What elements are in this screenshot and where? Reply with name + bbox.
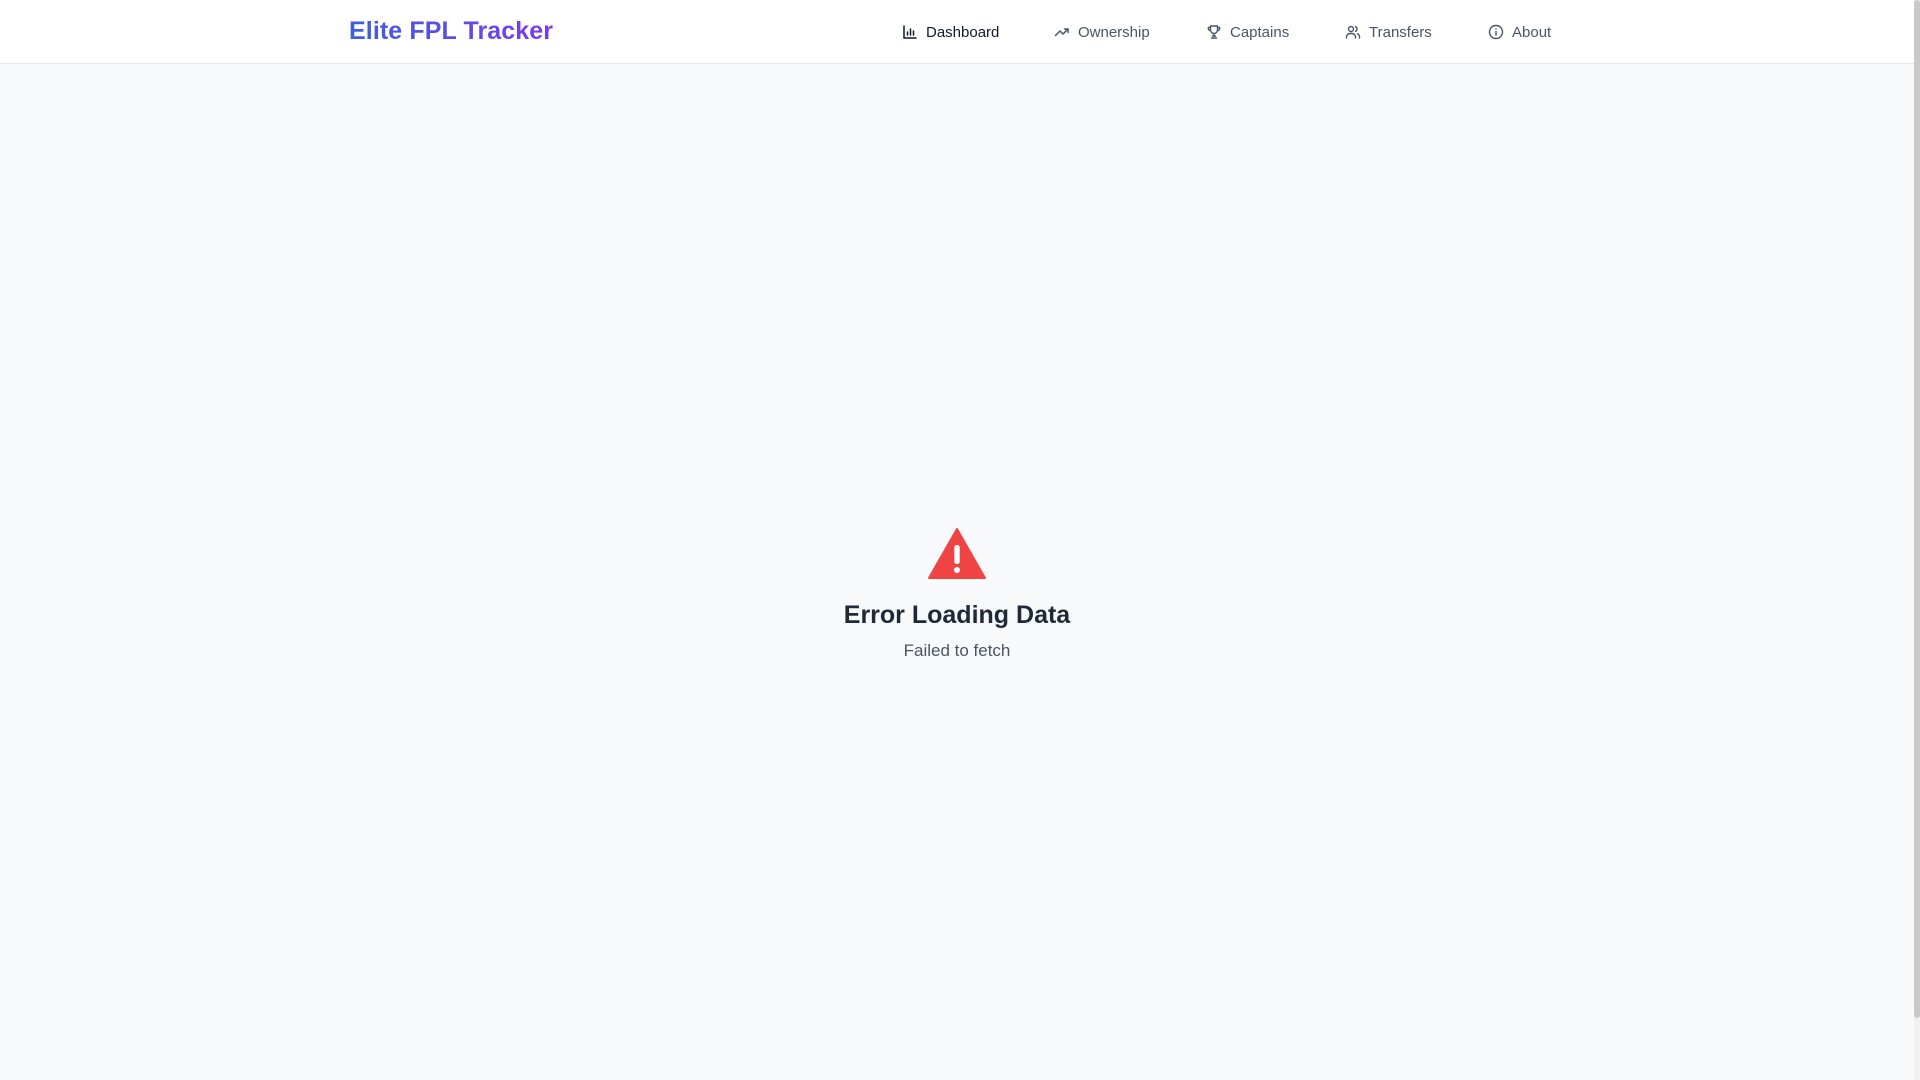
nav-item-dashboard[interactable]: Dashboard <box>902 20 999 44</box>
nav-label-transfers: Transfers <box>1369 23 1432 41</box>
top-navbar: Elite FPL Tracker Dashboard Ownership Ca… <box>0 0 1914 64</box>
users-icon <box>1345 24 1361 40</box>
trending-up-icon <box>1054 24 1070 40</box>
nav-label-ownership: Ownership <box>1078 23 1150 41</box>
scrollbar-thumb[interactable] <box>1914 0 1920 1018</box>
nav-item-transfers[interactable]: Transfers <box>1345 20 1432 44</box>
error-state: Error Loading Data Failed to fetch <box>757 528 1157 662</box>
app-viewport: Elite FPL Tracker Dashboard Ownership Ca… <box>0 0 1920 1080</box>
bar-chart-icon <box>902 24 918 40</box>
nav-label-about: About <box>1512 23 1552 41</box>
nav-label-captains: Captains <box>1230 23 1290 41</box>
main-nav: Dashboard Ownership Captains Transfers A… <box>0 0 1914 63</box>
info-icon <box>1488 24 1504 40</box>
error-title: Error Loading Data <box>843 601 1071 629</box>
error-message: Failed to fetch <box>903 641 1011 660</box>
trophy-icon <box>1206 24 1222 40</box>
warning-triangle-icon <box>928 528 986 579</box>
vertical-scrollbar[interactable] <box>1914 0 1920 1080</box>
nav-item-about[interactable]: About <box>1488 20 1551 44</box>
nav-label-dashboard: Dashboard <box>926 23 1000 41</box>
nav-item-ownership[interactable]: Ownership <box>1054 20 1150 44</box>
nav-item-captains[interactable]: Captains <box>1206 20 1289 44</box>
